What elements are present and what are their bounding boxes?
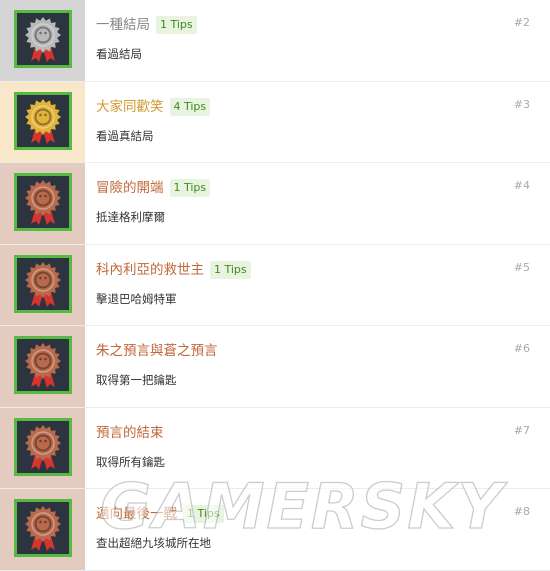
badge-cell (0, 0, 85, 81)
achievement-row[interactable]: 預言的結束 取得所有鑰匙 #7 (0, 407, 550, 489)
medal-icon (14, 91, 72, 150)
achievement-number: #2 (513, 16, 530, 29)
achievement-title[interactable]: 朱之預言與蒼之預言 (96, 341, 218, 361)
achievement-description: 擊退巴哈姆特軍 (96, 291, 177, 306)
achievement-description: 取得所有鑰匙 (96, 454, 165, 469)
achievement-title[interactable]: 一種結局 (96, 15, 150, 35)
medal-icon (14, 417, 72, 476)
achievement-row[interactable]: 冒險的開端 1 Tips 抵達格利摩爾 #4 (0, 163, 550, 245)
medal-icon (14, 336, 72, 394)
medal-icon (14, 10, 72, 68)
medal-icon (14, 254, 72, 313)
achievement-row[interactable]: 邁向最後一戰 1 Tips 查出超絕九垓城所在地 #8 (0, 489, 550, 571)
achievement-description: 看過真結局 (96, 128, 154, 143)
achievement-title[interactable]: 冒險的開端 (96, 178, 164, 198)
achievement-description: 取得第一把鑰匙 (96, 373, 177, 387)
tips-badge[interactable]: 1 Tips (210, 260, 251, 279)
achievement-row[interactable]: 朱之預言與蒼之預言 取得第一把鑰匙 #6 (0, 326, 550, 408)
achievement-title[interactable]: 科內利亞的救世主 (96, 260, 204, 280)
achievement-title[interactable]: 邁向最後一戰 (96, 504, 177, 524)
achievement-number: #6 (513, 342, 530, 355)
achievement-title[interactable]: 大家同歡笑 (96, 97, 164, 117)
badge-cell (0, 407, 85, 488)
achievement-row[interactable]: 一種結局 1 Tips 看過結局 #2 (0, 0, 550, 82)
badge-cell (0, 326, 85, 407)
achievement-number: #4 (513, 179, 530, 192)
achievement-number: #8 (513, 505, 530, 518)
achievement-number: #3 (513, 97, 530, 111)
tips-badge[interactable]: 4 Tips (169, 97, 211, 116)
achievement-description: 看過結局 (96, 47, 142, 61)
badge-cell (0, 244, 85, 325)
achievement-number: #7 (513, 423, 530, 437)
achievement-number: #5 (513, 260, 530, 274)
achievement-row[interactable]: 科內利亞的救世主 1 Tips 擊退巴哈姆特軍 #5 (0, 244, 550, 326)
badge-cell (0, 163, 85, 244)
achievement-description: 抵達格利摩爾 (96, 210, 165, 224)
achievement-row[interactable]: 大家同歡笑 4 Tips 看過真結局 #3 (0, 81, 550, 163)
achievement-list: 一種結局 1 Tips 看過結局 #2 大家同歡笑 4 Tips 看過真結局 #… (0, 0, 550, 571)
badge-cell (0, 489, 85, 570)
tips-badge[interactable]: 1 Tips (169, 179, 211, 197)
tips-badge[interactable]: 1 Tips (156, 16, 197, 34)
tips-badge[interactable]: 1 Tips (183, 505, 224, 523)
achievement-title[interactable]: 預言的結束 (96, 423, 164, 443)
medal-icon (14, 173, 72, 231)
badge-cell (0, 81, 85, 162)
achievement-description: 查出超絕九垓城所在地 (96, 536, 211, 550)
medal-icon (14, 499, 72, 557)
